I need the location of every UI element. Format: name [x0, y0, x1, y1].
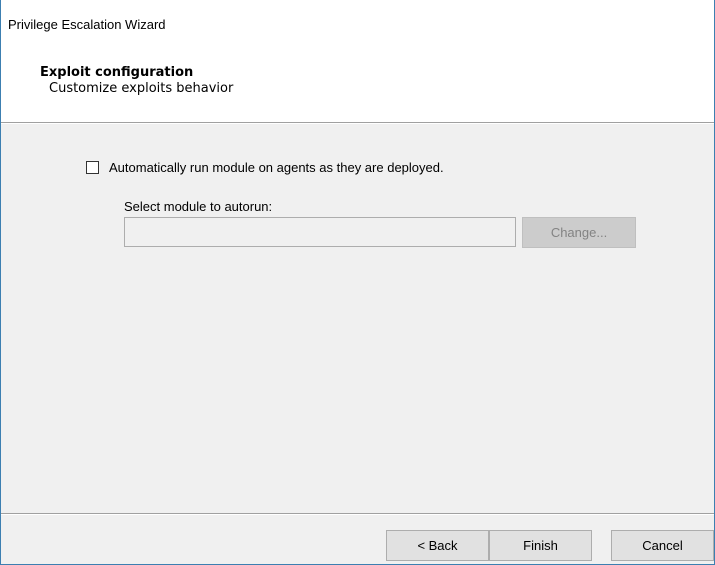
cancel-button[interactable]: Cancel [611, 530, 714, 561]
title-bar: Privilege Escalation Wizard [1, 0, 714, 48]
autorun-checkbox-label[interactable]: Automatically run module on agents as th… [109, 160, 444, 176]
change-module-button[interactable]: Change... [522, 217, 636, 248]
module-input[interactable] [124, 217, 516, 247]
window-title: Privilege Escalation Wizard [8, 17, 166, 32]
finish-button[interactable]: Finish [489, 530, 592, 561]
page-subtitle: Customize exploits behavior [49, 81, 234, 96]
wizard-window: Privilege Escalation Wizard Exploit conf… [0, 0, 715, 565]
back-button[interactable]: < Back [386, 530, 489, 561]
footer-divider-highlight [1, 514, 714, 515]
header-divider-highlight [1, 123, 714, 124]
page-title: Exploit configuration [40, 65, 194, 80]
module-field-label: Select module to autorun: [124, 199, 273, 214]
autorun-checkbox[interactable] [86, 161, 99, 174]
wizard-header: Exploit configuration Customize exploits… [1, 48, 714, 122]
